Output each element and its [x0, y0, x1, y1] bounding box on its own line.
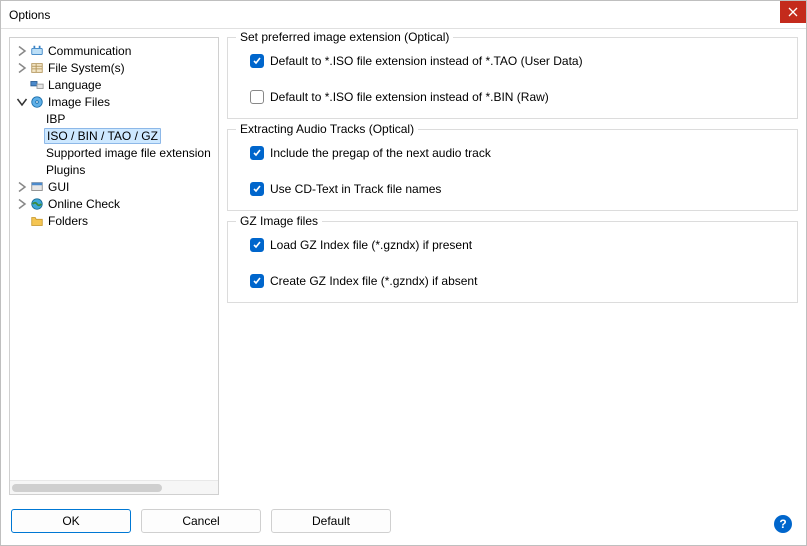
tree-item-supported-extensions[interactable]: Supported image file extension	[10, 144, 218, 161]
option-include-pregap[interactable]: Include the pregap of the next audio tra…	[250, 146, 785, 160]
tree-label: File System(s)	[46, 61, 127, 75]
tree-item-file-system[interactable]: File System(s)	[10, 59, 218, 76]
chevron-right-icon[interactable]	[16, 181, 28, 193]
tree-label: IBP	[44, 112, 67, 126]
tree-label: Language	[46, 78, 103, 92]
tree-label: Online Check	[46, 197, 122, 211]
tree-item-online-check[interactable]: Online Check	[10, 195, 218, 212]
tree-item-gui[interactable]: GUI	[10, 178, 218, 195]
checkbox[interactable]	[250, 238, 264, 252]
options-dialog: Options Communication	[0, 0, 807, 546]
help-button[interactable]: ?	[774, 515, 792, 533]
check-icon	[252, 276, 262, 286]
tree-label: GUI	[46, 180, 71, 194]
tree-label: Image Files	[46, 95, 112, 109]
tree-label: Communication	[46, 44, 133, 58]
ok-button[interactable]: OK	[11, 509, 131, 533]
option-default-iso-tao[interactable]: Default to *.ISO file extension instead …	[250, 54, 785, 68]
check-icon	[252, 148, 262, 158]
option-create-gz-index[interactable]: Create GZ Index file (*.gzndx) if absent	[250, 274, 785, 288]
disc-icon	[28, 95, 46, 109]
titlebar: Options	[1, 1, 806, 29]
button-label: Cancel	[182, 514, 219, 528]
checkbox[interactable]	[250, 182, 264, 196]
tree-item-iso-bin-tao-gz[interactable]: ISO / BIN / TAO / GZ	[10, 127, 218, 144]
tree-item-folders[interactable]: Folders	[10, 212, 218, 229]
close-icon	[788, 7, 798, 17]
tree-label: Supported image file extension	[44, 146, 213, 160]
gui-icon	[28, 180, 46, 194]
help-icon: ?	[779, 517, 786, 531]
table-icon	[28, 61, 46, 75]
settings-panel: Set preferred image extension (Optical) …	[227, 37, 798, 495]
button-label: Default	[312, 514, 350, 528]
tree-item-image-files[interactable]: Image Files	[10, 93, 218, 110]
tree-label: Plugins	[44, 163, 87, 177]
check-icon	[252, 184, 262, 194]
option-default-iso-bin[interactable]: Default to *.ISO file extension instead …	[250, 90, 785, 104]
checkbox-label: Create GZ Index file (*.gzndx) if absent	[270, 274, 477, 288]
checkbox[interactable]	[250, 274, 264, 288]
globe-icon	[28, 197, 46, 211]
group-title: Set preferred image extension (Optical)	[236, 30, 453, 44]
communication-icon	[28, 44, 46, 58]
checkbox-label: Include the pregap of the next audio tra…	[270, 146, 491, 160]
check-icon	[252, 240, 262, 250]
button-label: OK	[62, 514, 79, 528]
option-use-cdtext[interactable]: Use CD-Text in Track file names	[250, 182, 785, 196]
option-load-gz-index[interactable]: Load GZ Index file (*.gzndx) if present	[250, 238, 785, 252]
tree-item-communication[interactable]: Communication	[10, 42, 218, 59]
chevron-right-icon[interactable]	[16, 45, 28, 57]
check-icon	[252, 56, 262, 66]
button-bar: OK Cancel Default ?	[1, 503, 806, 545]
tree-item-plugins[interactable]: Plugins	[10, 161, 218, 178]
nav-tree: Communication File System(s)	[10, 38, 218, 233]
scrollbar-thumb[interactable]	[12, 484, 162, 492]
checkbox-label: Load GZ Index file (*.gzndx) if present	[270, 238, 472, 252]
checkbox[interactable]	[250, 54, 264, 68]
chevron-right-icon[interactable]	[16, 62, 28, 74]
chevron-right-icon[interactable]	[16, 198, 28, 210]
horizontal-scrollbar[interactable]	[10, 480, 218, 494]
group-extracting-audio: Extracting Audio Tracks (Optical) Includ…	[227, 129, 798, 211]
tree-label: Folders	[46, 214, 90, 228]
checkbox-label: Use CD-Text in Track file names	[270, 182, 441, 196]
checkbox-label: Default to *.ISO file extension instead …	[270, 54, 583, 68]
language-icon	[28, 78, 46, 92]
tree-item-ibp[interactable]: IBP	[10, 110, 218, 127]
nav-tree-panel: Communication File System(s)	[9, 37, 219, 495]
folder-icon	[28, 214, 46, 228]
tree-label: ISO / BIN / TAO / GZ	[44, 128, 161, 144]
checkbox[interactable]	[250, 90, 264, 104]
checkbox[interactable]	[250, 146, 264, 160]
window-title: Options	[9, 8, 50, 22]
group-gz-image-files: GZ Image files Load GZ Index file (*.gzn…	[227, 221, 798, 303]
close-button[interactable]	[780, 1, 806, 23]
group-preferred-extension: Set preferred image extension (Optical) …	[227, 37, 798, 119]
checkbox-label: Default to *.ISO file extension instead …	[270, 90, 549, 104]
group-title: GZ Image files	[236, 214, 322, 228]
content-area: Communication File System(s)	[1, 29, 806, 503]
cancel-button[interactable]: Cancel	[141, 509, 261, 533]
tree-item-language[interactable]: Language	[10, 76, 218, 93]
chevron-down-icon[interactable]	[16, 96, 28, 108]
group-title: Extracting Audio Tracks (Optical)	[236, 122, 418, 136]
default-button[interactable]: Default	[271, 509, 391, 533]
